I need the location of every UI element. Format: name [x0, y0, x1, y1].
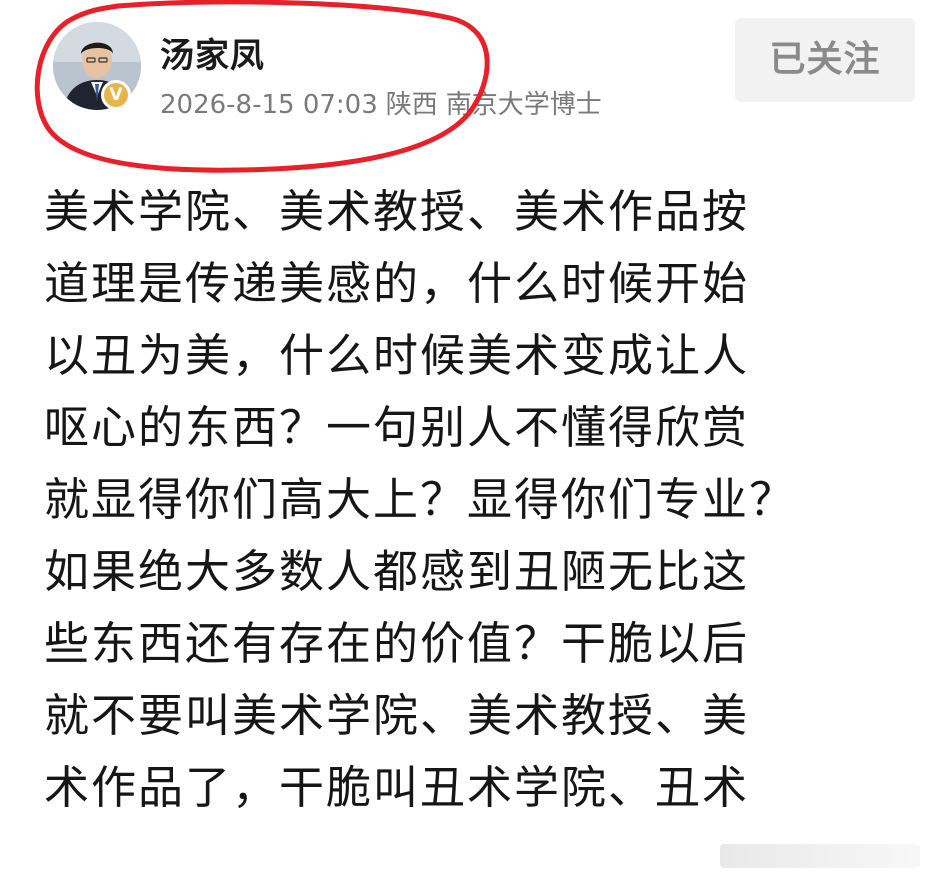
post-header: V 汤家凤 2026-8-15 07:03 陕西 南京大学博士 已关注 [0, 0, 936, 173]
post-text-line: 美术学院、美术教授、美术作品按 [44, 185, 750, 238]
post-location: 陕西 [385, 90, 438, 120]
post-text-line: 呕心的东西？一句别人不懂得欣赏 [44, 401, 750, 454]
post-text-line: 些东西还有存在的价值？干脆以后 [44, 617, 750, 670]
post-text-line: 道理是传递美感的，什么时候开始 [44, 257, 750, 310]
post-meta: 2026-8-15 07:03 陕西 南京大学博士 [160, 84, 602, 121]
post-text-line: 就显得你们高大上？显得你们专业？ [44, 473, 797, 526]
follow-button[interactable]: 已关注 [735, 18, 915, 102]
post-text-line: 以丑为美，什么时候美术变成让人 [44, 329, 750, 382]
verified-badge-icon: V [101, 80, 131, 110]
author-bio: 南京大学博士 [445, 90, 602, 120]
post-text-line: 就不要叫美术学院、美术教授、美 [44, 689, 750, 742]
post-timestamp: 2026-8-15 07:03 [160, 90, 378, 120]
post-text-line: 术作品了，干脆叫丑术学院、丑术 [44, 761, 750, 814]
post-body: 美术学院、美术教授、美术作品按 道理是传递美感的，什么时候开始 以丑为美，什么时… [44, 176, 904, 824]
watermark [720, 844, 920, 868]
author-name[interactable]: 汤家凤 [160, 28, 265, 77]
post-text-line: 如果绝大多数人都感到丑陋无比这 [44, 545, 750, 598]
